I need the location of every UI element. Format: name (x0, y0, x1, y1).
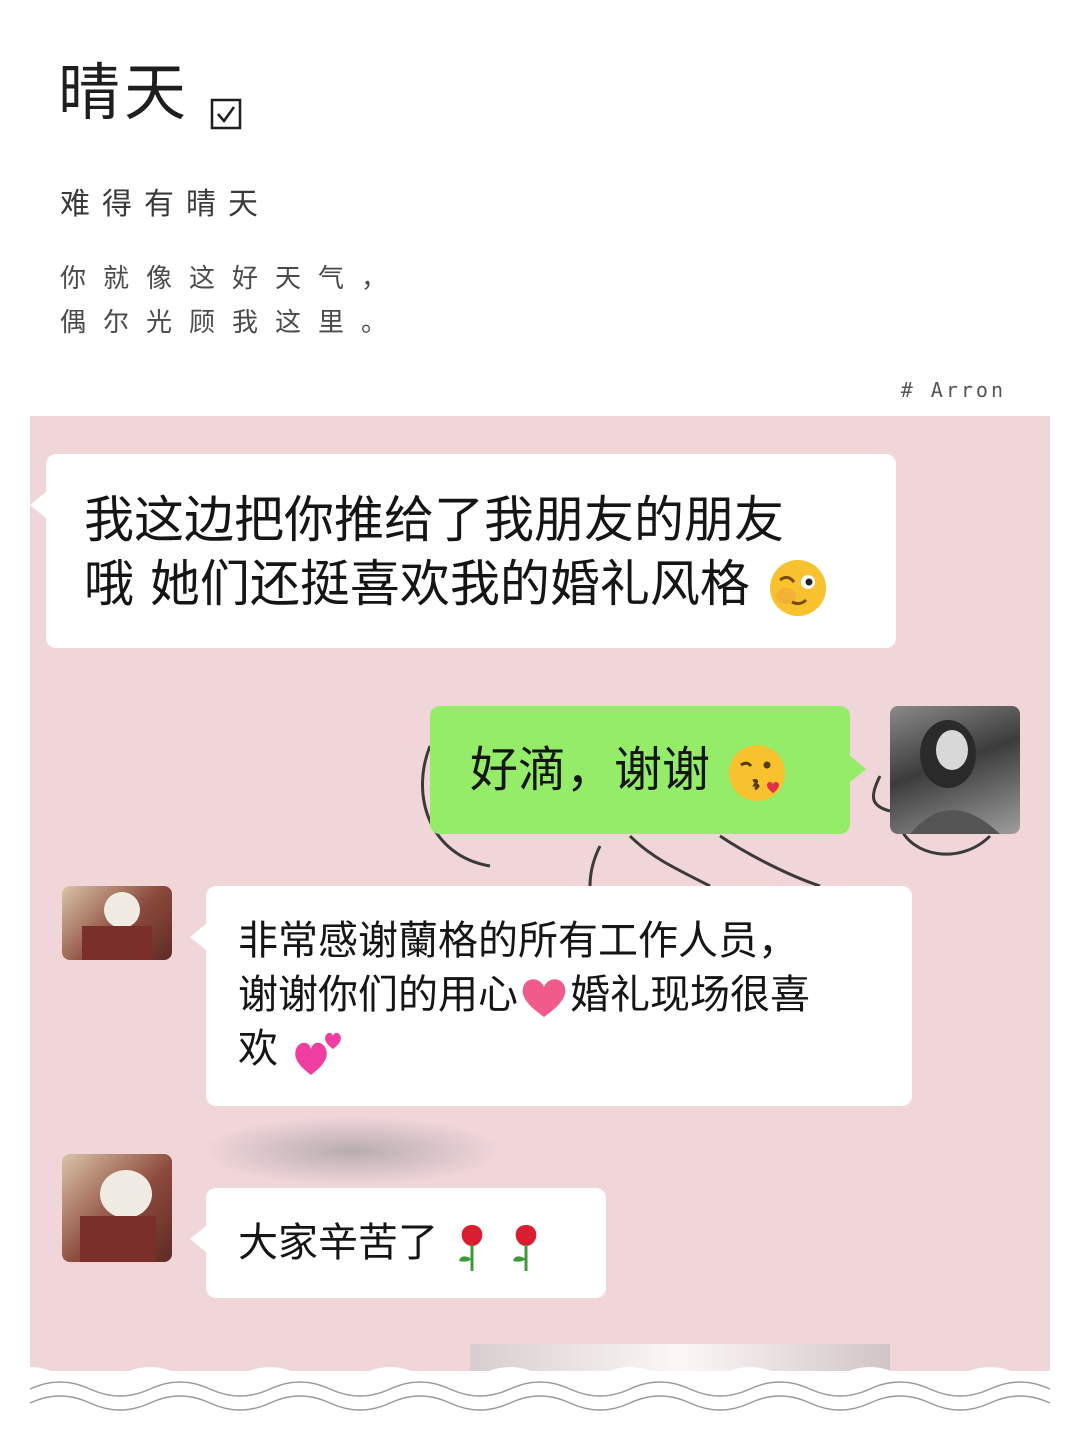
avatar-friend-image (80, 1170, 156, 1262)
chat-bubble-received-1: 我这边把你推给了我朋友的朋友 哦 她们还挺喜欢我的婚礼风格 (30, 454, 896, 648)
message-3-line-3: 欢 (238, 1026, 278, 1072)
message-1-line-1: 我这边把你推给了我朋友的朋友 (84, 491, 784, 549)
poem-line-1: 你就像这好天气， (60, 264, 405, 294)
two-hearts-emoji-icon (294, 1032, 341, 1075)
rose-emoji-icon (513, 1225, 537, 1271)
avatar-friend[interactable] (62, 1154, 172, 1262)
message-3-line-1: 非常感谢蘭格的所有工作人员， (238, 918, 798, 964)
message-3-line-2a: 谢谢你们的用心 (238, 972, 518, 1018)
rose-emoji-icon (458, 1225, 483, 1271)
message-1-line-2: 哦 她们还挺喜欢我的婚礼风格 (84, 555, 750, 613)
chat-bubble-sent: 好滴，谢谢 (430, 706, 866, 834)
chat-bubble-received-2: 非常感谢蘭格的所有工作人员， 谢谢你们的用心 婚礼现场很喜 欢 (190, 886, 912, 1106)
message-3-line-2b: 婚礼现场很喜 (570, 972, 810, 1018)
wink-emoji-icon (769, 559, 826, 616)
message-4-text: 大家辛苦了 (238, 1220, 438, 1266)
kiss-emoji-icon (729, 745, 786, 801)
blurred-username (202, 1116, 502, 1186)
wavy-border-decoration (0, 1367, 1080, 1415)
avatar-self[interactable] (890, 706, 1020, 834)
poem-line-2: 偶尔光顾我这里。 (60, 308, 405, 338)
chat-screenshot-panel: 我这边把你推给了我朋友的朋友 哦 她们还挺喜欢我的婚礼风格 好滴，谢谢 非常感谢… (30, 416, 1050, 1406)
checkbox-check-icon (210, 98, 242, 130)
subtitle: 难得有晴天 (60, 187, 270, 222)
avatar-friend[interactable] (62, 886, 172, 960)
message-2-text: 好滴，谢谢 (470, 742, 711, 798)
heart-emoji-icon (522, 979, 566, 1017)
avatar-self-image (910, 720, 1000, 834)
author-tag: # Arron (900, 378, 1006, 402)
chat-bubble-received-3: 大家辛苦了 (190, 1188, 606, 1298)
page-title: 晴天 (58, 56, 191, 129)
avatar-friend-image (82, 892, 152, 960)
